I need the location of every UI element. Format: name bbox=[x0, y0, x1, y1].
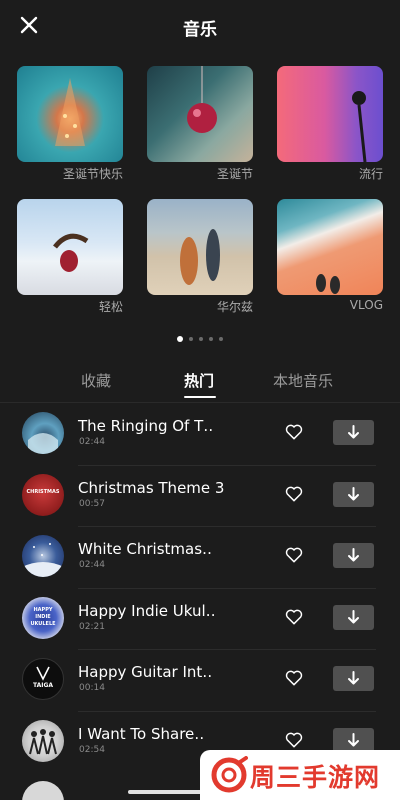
page-title: 音乐 bbox=[183, 20, 217, 40]
song-list: The Ringing Of T‥ 02:44 CHRISTMAS Christ… bbox=[0, 404, 400, 773]
song-row[interactable]: CHRISTMAS Christmas Theme 3 00:57 bbox=[0, 466, 400, 527]
song-title: Happy Guitar Int‥ bbox=[78, 663, 213, 681]
song-title: Happy Indie Ukul‥ bbox=[78, 601, 216, 620]
song-cover bbox=[22, 535, 64, 577]
download-button[interactable] bbox=[333, 604, 374, 630]
category-card-relax[interactable]: 轻松 bbox=[17, 199, 123, 314]
category-label: 圣诞节 bbox=[216, 167, 253, 181]
song-row[interactable]: TAIGA Happy Guitar Int‥ 00:14 bbox=[0, 650, 400, 712]
category-label: 圣诞节快乐 bbox=[62, 167, 123, 181]
heart-icon[interactable] bbox=[284, 668, 304, 688]
tab-bar: 收藏 热门 本地音乐 bbox=[0, 366, 400, 400]
song-cover: HAPPY INDIE UKULELE bbox=[22, 596, 64, 639]
page-dot-active[interactable] bbox=[177, 336, 183, 342]
download-icon bbox=[348, 732, 359, 746]
heart-icon[interactable] bbox=[284, 730, 304, 750]
watermark-logo-icon bbox=[211, 756, 248, 793]
song-duration: 00:57 bbox=[79, 498, 105, 509]
heart-icon[interactable] bbox=[284, 545, 304, 565]
category-thumbnail bbox=[17, 66, 123, 162]
song-cover-partial bbox=[22, 781, 64, 800]
category-card-waltz[interactable]: 华尔兹 bbox=[147, 199, 253, 314]
tab-popular[interactable]: 热门 bbox=[184, 370, 214, 391]
download-icon bbox=[348, 609, 359, 623]
page-dot[interactable] bbox=[189, 337, 193, 341]
download-button[interactable] bbox=[333, 727, 374, 753]
song-cover-text: HAPPY INDIE UKULELE bbox=[30, 606, 56, 627]
song-row[interactable]: The Ringing Of T‥ 02:44 bbox=[0, 404, 400, 466]
page-dot[interactable] bbox=[219, 337, 223, 341]
category-label: 华尔兹 bbox=[216, 300, 253, 314]
category-thumbnail bbox=[17, 199, 123, 295]
heart-icon[interactable] bbox=[284, 422, 304, 442]
page-dot[interactable] bbox=[199, 337, 203, 341]
page-dot[interactable] bbox=[209, 337, 213, 341]
song-row[interactable]: White Christmas‥ 02:44 bbox=[0, 527, 400, 589]
download-button[interactable] bbox=[333, 543, 374, 568]
category-card-pop[interactable]: 流行 bbox=[277, 66, 383, 181]
download-button[interactable] bbox=[333, 481, 374, 507]
song-duration: 02:44 bbox=[79, 437, 105, 447]
song-duration: 02:21 bbox=[79, 621, 105, 632]
watermark: 周三手游网 bbox=[200, 750, 400, 800]
download-icon bbox=[348, 548, 359, 562]
download-button[interactable] bbox=[333, 666, 374, 691]
tab-local-music[interactable]: 本地音乐 bbox=[273, 370, 333, 391]
tab-favorites[interactable]: 收藏 bbox=[81, 370, 111, 391]
carousel-pagination bbox=[0, 336, 400, 342]
category-card-christmas-happy[interactable]: 圣诞节快乐 bbox=[17, 66, 123, 181]
song-cover: TAIGA bbox=[22, 658, 64, 700]
category-thumbnail bbox=[147, 199, 253, 295]
header: 音乐 bbox=[0, 0, 400, 52]
category-thumbnail bbox=[147, 66, 253, 162]
song-title: The Ringing Of T‥ bbox=[78, 417, 214, 435]
song-title: I Want To Share‥ bbox=[78, 724, 205, 743]
category-label: 流行 bbox=[358, 167, 383, 181]
category-thumbnail bbox=[277, 199, 383, 295]
category-label: 轻松 bbox=[98, 300, 123, 314]
watermark-text: 周三手游网 bbox=[250, 763, 381, 792]
song-cover: CHRISTMAS bbox=[22, 473, 64, 516]
song-cover bbox=[22, 412, 64, 454]
song-cover-text: TAIGA bbox=[32, 682, 54, 689]
download-icon bbox=[348, 486, 359, 500]
download-button[interactable] bbox=[333, 420, 374, 445]
divider bbox=[0, 402, 400, 403]
tab-active-indicator bbox=[184, 396, 216, 398]
heart-icon[interactable] bbox=[284, 484, 304, 504]
song-title: White Christmas‥ bbox=[78, 540, 213, 558]
song-row[interactable]: HAPPY INDIE UKULELE Happy Indie Ukul‥ 02… bbox=[0, 589, 400, 650]
song-duration: 02:44 bbox=[79, 560, 105, 570]
category-thumbnail bbox=[277, 66, 383, 162]
category-card-christmas[interactable]: 圣诞节 bbox=[147, 66, 253, 181]
song-title: Christmas Theme 3 bbox=[78, 478, 225, 497]
song-cover-text: CHRISTMAS bbox=[26, 488, 60, 495]
song-duration: 02:54 bbox=[79, 744, 105, 755]
heart-icon[interactable] bbox=[284, 607, 304, 627]
song-duration: 00:14 bbox=[79, 683, 105, 693]
category-card-vlog[interactable]: VLOG bbox=[277, 199, 383, 314]
download-icon bbox=[348, 671, 359, 685]
category-label: VLOG bbox=[349, 298, 383, 312]
song-cover bbox=[22, 719, 64, 762]
download-icon bbox=[348, 425, 359, 439]
